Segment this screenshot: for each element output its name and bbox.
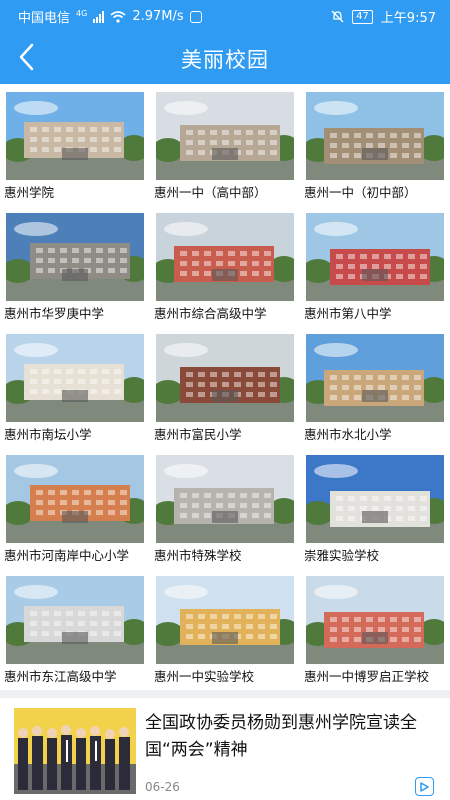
- campus-card[interactable]: 惠州一中（初中部）: [300, 84, 450, 205]
- video-button[interactable]: [415, 777, 434, 796]
- clock-label: 上午9:57: [380, 11, 436, 26]
- wifi-icon: [110, 10, 126, 23]
- campus-name: 惠州市特殊学校: [154, 548, 242, 563]
- campus-name: 崇雅实验学校: [304, 548, 380, 563]
- campus-photo: [156, 334, 294, 422]
- campus-name: 惠州市华罗庚中学: [4, 306, 105, 321]
- campus-card[interactable]: 惠州市华罗庚中学: [0, 205, 150, 326]
- campus-photo: [306, 334, 444, 422]
- campus-name: 惠州市第八中学: [304, 306, 392, 321]
- campus-card[interactable]: 惠州一中博罗启正学校: [300, 568, 450, 689]
- campus-card[interactable]: 崇雅实验学校: [300, 447, 450, 568]
- campus-name: 惠州市水北小学: [304, 427, 392, 442]
- network-label: 4G: [76, 9, 88, 18]
- campus-photo: [6, 213, 144, 301]
- signal-icon: [93, 10, 105, 23]
- campus-photo: [306, 455, 444, 543]
- page-title: 美丽校园: [181, 48, 269, 72]
- campus-photo: [6, 92, 144, 180]
- campus-name: 惠州一中（高中部）: [154, 185, 267, 200]
- mute-icon: [331, 10, 344, 23]
- campus-name: 惠州市东江高级中学: [4, 669, 117, 684]
- status-bar: 中国电信 4G 2.97M/s 47 上午9:57: [0, 0, 450, 30]
- campus-photo: [156, 576, 294, 664]
- campus-photo: [6, 455, 144, 543]
- campus-card[interactable]: 惠州市第八中学: [300, 205, 450, 326]
- app-header: 美丽校园: [0, 30, 450, 84]
- news-item[interactable]: 全国政协委员杨勋到惠州学院宣读全国“两会”精神 06-26: [0, 698, 450, 800]
- campus-photo: [306, 92, 444, 180]
- campus-name: 惠州一中（初中部）: [304, 185, 417, 200]
- campus-name: 惠州学院: [4, 185, 55, 200]
- campus-photo: [306, 576, 444, 664]
- campus-photo: [156, 455, 294, 543]
- campus-photo: [6, 576, 144, 664]
- campus-photo: [306, 213, 444, 301]
- speed-label: 2.97M/s: [132, 9, 184, 24]
- play-icon: [420, 781, 429, 792]
- campus-card[interactable]: 惠州市综合高级中学: [150, 205, 300, 326]
- campus-name: 惠州一中实验学校: [154, 669, 255, 684]
- campus-card[interactable]: 惠州一中（高中部）: [150, 84, 300, 205]
- campus-photo: [6, 334, 144, 422]
- campus-name: 惠州市富民小学: [154, 427, 242, 442]
- campus-card[interactable]: 惠州市河南岸中心小学: [0, 447, 150, 568]
- campus-name: 惠州市南坛小学: [4, 427, 92, 442]
- section-divider: [0, 690, 450, 698]
- campus-name: 惠州市河南岸中心小学: [4, 548, 130, 563]
- campus-card[interactable]: 惠州市水北小学: [300, 326, 450, 447]
- campus-card[interactable]: 惠州学院: [0, 84, 150, 205]
- battery-icon: 47: [352, 9, 373, 24]
- campus-card[interactable]: 惠州市特殊学校: [150, 447, 300, 568]
- app-notification-icon: [189, 10, 202, 23]
- news-thumbnail: [14, 708, 136, 794]
- news-headline[interactable]: 全国政协委员杨勋到惠州学院宣读全国“两会”精神: [145, 710, 435, 764]
- news-date: 06-26: [145, 780, 180, 794]
- campus-name: 惠州市综合高级中学: [154, 306, 267, 321]
- campus-photo: [156, 213, 294, 301]
- campus-card[interactable]: 惠州一中实验学校: [150, 568, 300, 689]
- carrier-label: 中国电信: [18, 11, 71, 26]
- campus-photo: [156, 92, 294, 180]
- campus-card[interactable]: 惠州市南坛小学: [0, 326, 150, 447]
- campus-card[interactable]: 惠州市富民小学: [150, 326, 300, 447]
- campus-card[interactable]: 惠州市东江高级中学: [0, 568, 150, 689]
- campus-grid: 惠州学院 惠州一中（高中部） 惠州一中（初中部） 惠州市华罗庚中学 惠州市综合高级中学惠…: [0, 84, 450, 690]
- campus-name: 惠州一中博罗启正学校: [304, 669, 430, 684]
